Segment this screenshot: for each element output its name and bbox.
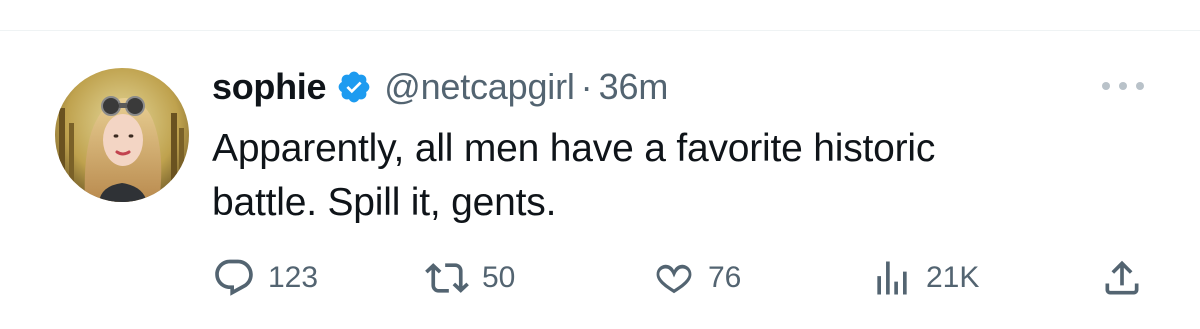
views-count: 21K	[926, 261, 980, 294]
views-button[interactable]: 21K	[870, 254, 979, 302]
share-button[interactable]	[1100, 254, 1144, 302]
more-dot	[1119, 82, 1127, 90]
more-dot	[1102, 82, 1110, 90]
reply-icon	[212, 256, 256, 300]
avatar[interactable]	[55, 68, 189, 202]
retweet-icon	[424, 256, 470, 300]
tweet-text-line: battle. Spill it, gents.	[212, 181, 557, 224]
like-count: 76	[708, 261, 742, 294]
top-divider	[0, 30, 1200, 31]
views-icon	[870, 256, 914, 300]
reply-count: 123	[268, 261, 319, 294]
tweet-text-line: Apparently, all men have a favorite hist…	[212, 127, 936, 170]
like-button[interactable]: 76	[652, 254, 741, 302]
heart-icon	[652, 256, 696, 300]
tweet-header: sophie @netcapgirl · 36m	[212, 64, 668, 110]
more-options-icon[interactable]	[1098, 74, 1148, 98]
separator-dot: ·	[580, 66, 593, 107]
more-dot	[1136, 82, 1144, 90]
timestamp[interactable]: 36m	[599, 66, 669, 108]
author-handle[interactable]: @netcapgirl	[384, 66, 575, 108]
tweet-text: Apparently, all men have a favorite hist…	[212, 122, 1112, 230]
action-bar: 123 50 76 21K	[0, 254, 1200, 302]
share-icon	[1100, 256, 1144, 300]
author-name[interactable]: sophie	[212, 66, 327, 108]
reply-button[interactable]: 123	[212, 254, 318, 302]
verified-badge-icon[interactable]	[336, 69, 372, 105]
retweet-count: 50	[482, 261, 516, 294]
retweet-button[interactable]: 50	[424, 254, 515, 302]
avatar-image	[55, 68, 189, 202]
